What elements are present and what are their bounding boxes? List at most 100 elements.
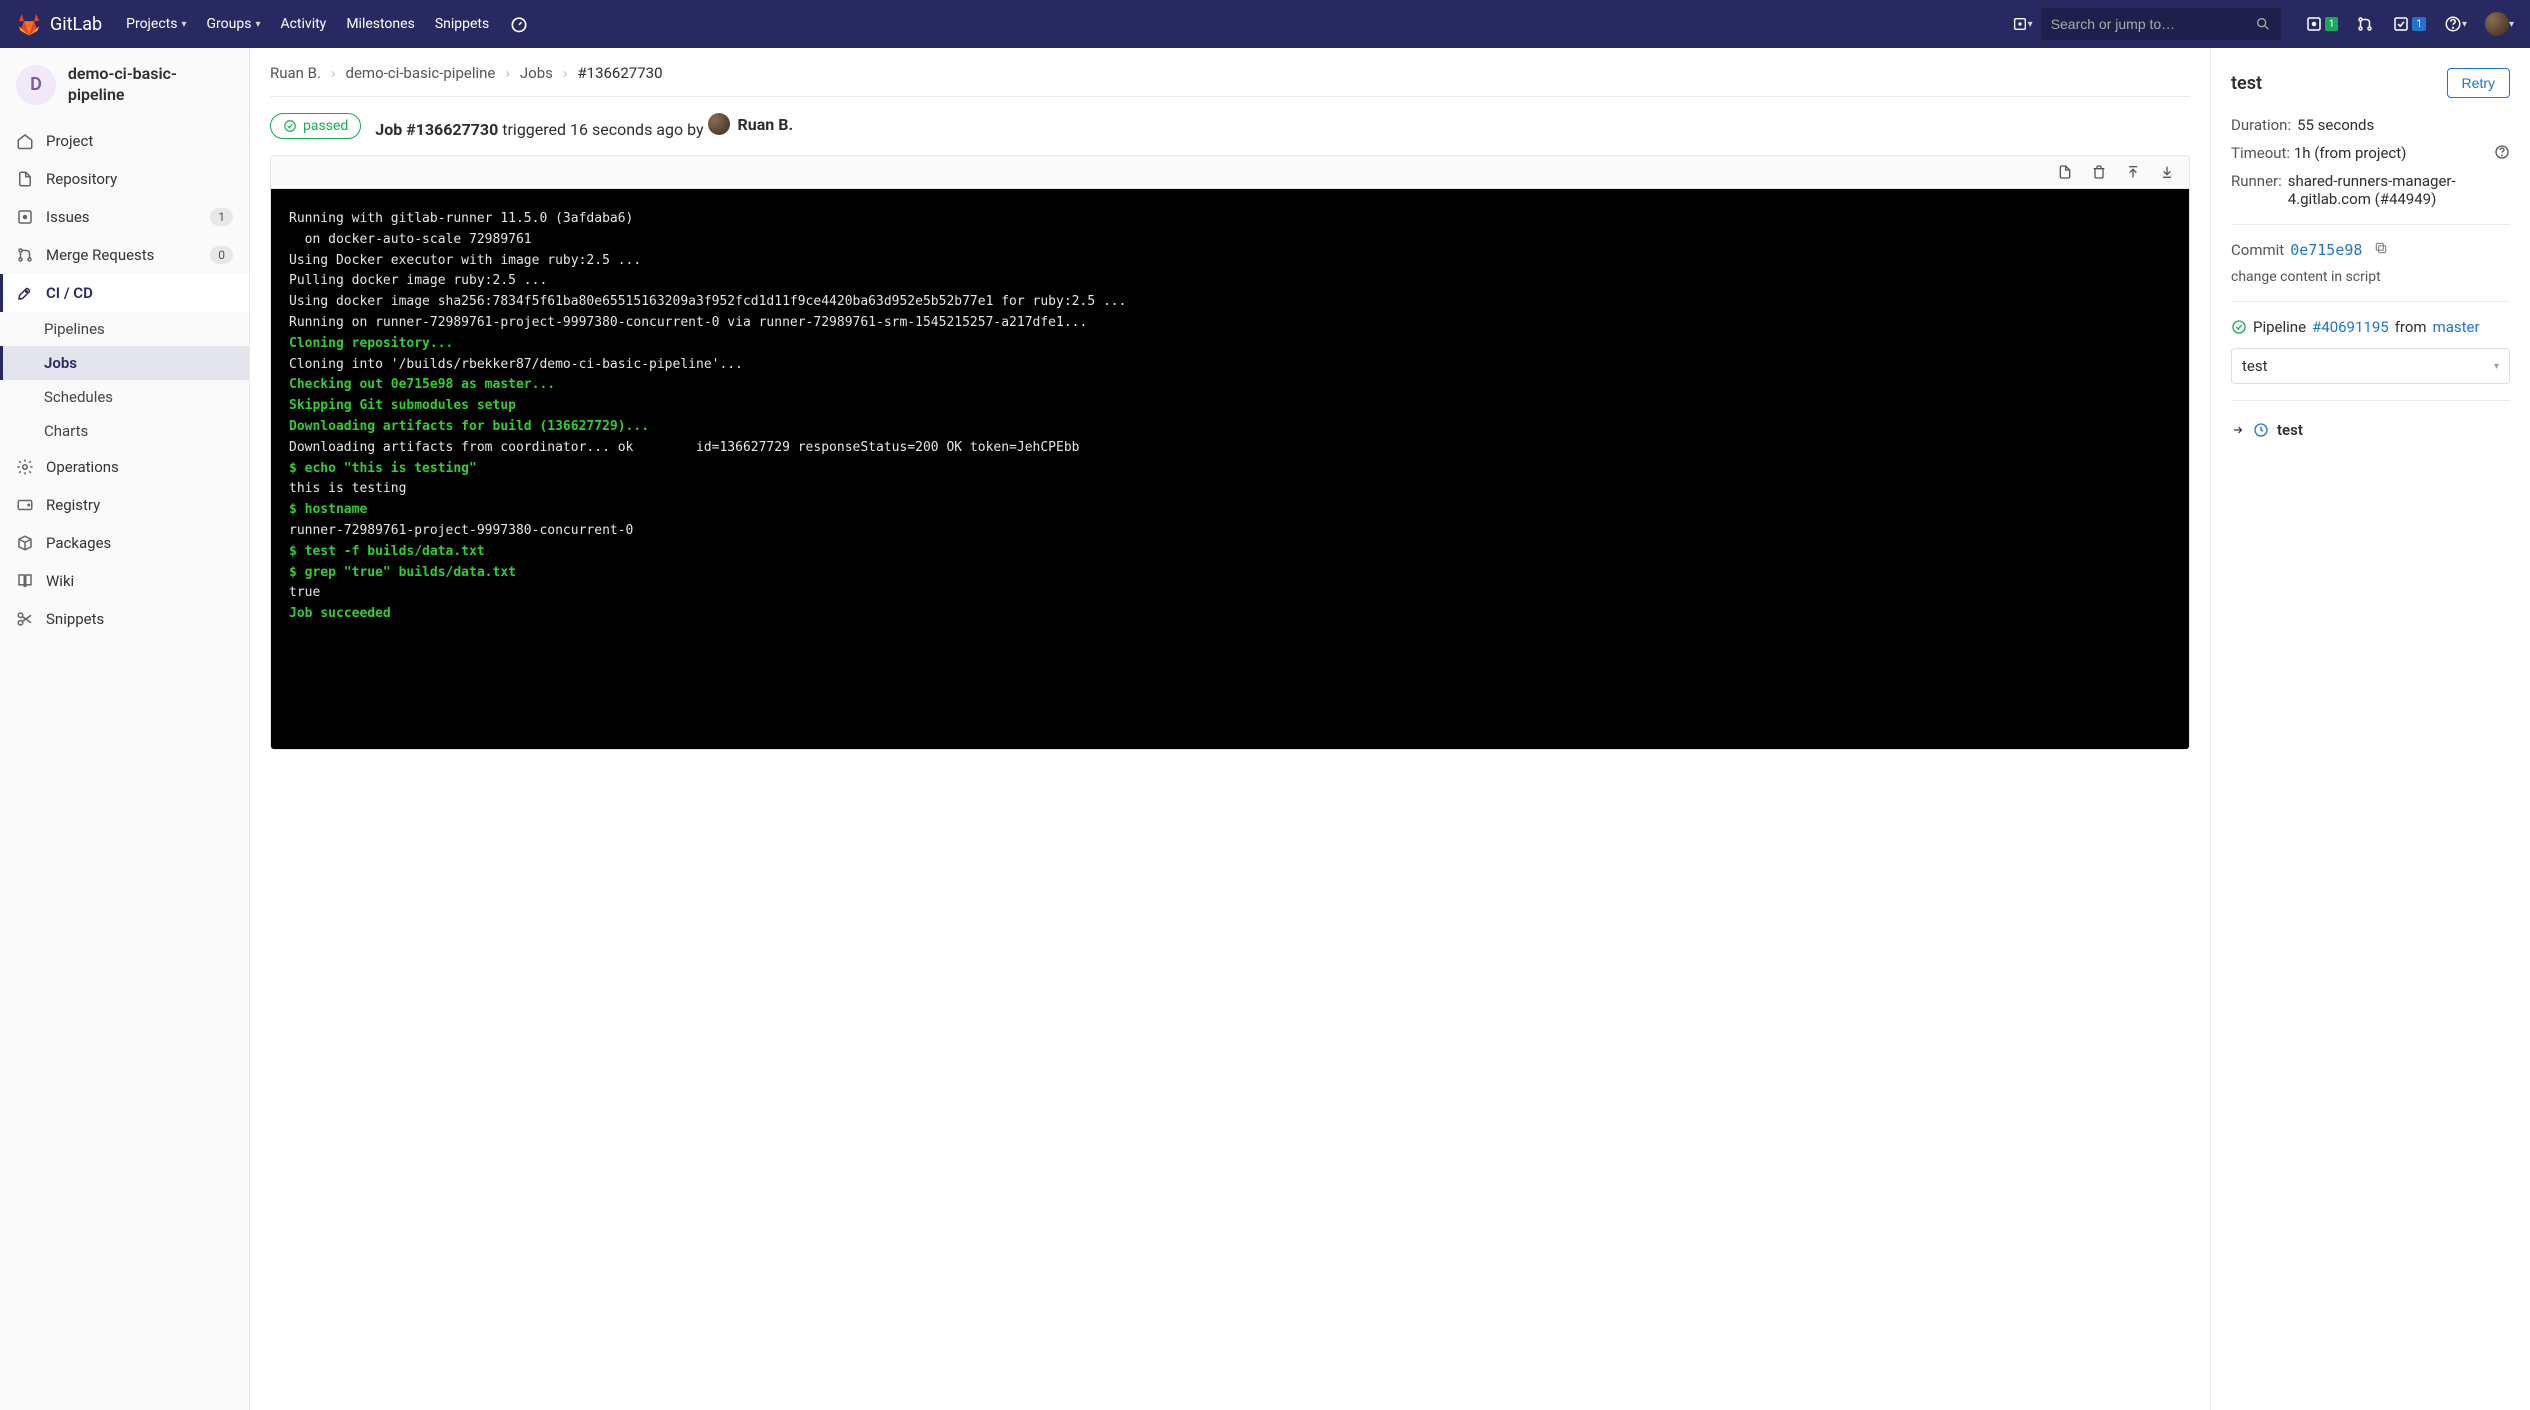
project-name: demo-ci-basic-pipeline — [68, 64, 233, 106]
home-icon — [16, 132, 34, 150]
chevron-down-icon: ▾ — [181, 19, 186, 30]
check-circle-icon — [2231, 319, 2247, 335]
runner-value: shared-runners-manager-4.gitlab.com (#44… — [2288, 172, 2510, 208]
pipeline-label: Pipeline — [2253, 318, 2306, 336]
job-name: test — [2231, 73, 2262, 94]
top-nav: Projects▾ Groups▾ Activity Milestones Sn… — [126, 14, 529, 34]
top-icons: 1 1 ▾ ▾ — [2305, 12, 2514, 36]
right-panel: test Retry Duration:55 seconds Timeout: … — [2210, 48, 2530, 1410]
chevron-down-icon: ▾ — [2494, 361, 2499, 372]
todos-link[interactable]: 1 — [2392, 15, 2426, 33]
issues-link[interactable]: 1 — [2305, 15, 2339, 33]
user-menu[interactable]: ▾ — [2485, 12, 2514, 36]
gear-icon — [16, 458, 34, 476]
sidebar: D demo-ci-basic-pipeline Project Reposit… — [0, 48, 250, 1410]
crumb-current: #136627730 — [577, 64, 662, 82]
search-box[interactable] — [2041, 8, 2281, 40]
plus-menu[interactable]: ▾ — [2012, 16, 2033, 32]
avatar — [2485, 12, 2509, 36]
chevron-right-icon: › — [505, 64, 510, 82]
merge-icon — [2356, 15, 2374, 33]
branch-link[interactable]: master — [2433, 318, 2480, 336]
nav-wiki[interactable]: Wiki — [0, 562, 249, 600]
copy-sha-button[interactable] — [2374, 241, 2388, 255]
issues-count: 1 — [210, 208, 233, 226]
brand-name[interactable]: GitLab — [50, 14, 102, 35]
nav-project[interactable]: Project — [0, 122, 249, 160]
nav-projects[interactable]: Projects▾ — [126, 16, 186, 32]
nav-snippets[interactable]: Snippets — [0, 600, 249, 638]
nav-repository[interactable]: Repository — [0, 160, 249, 198]
chevron-down-icon: ▾ — [2509, 19, 2514, 30]
chevron-down-icon: ▾ — [255, 19, 260, 30]
timeout-value: 1h (from project) — [2294, 144, 2407, 162]
pipeline-link[interactable]: #40691195 — [2312, 318, 2389, 336]
chevron-down-icon: ▾ — [2028, 19, 2033, 30]
issues-badge: 1 — [2325, 17, 2339, 31]
plus-icon — [2012, 16, 2028, 32]
nav-packages[interactable]: Packages — [0, 524, 249, 562]
job-title: Job #136627730 triggered 16 seconds ago … — [375, 113, 793, 139]
topbar: GitLab Projects▾ Groups▾ Activity Milest… — [0, 0, 2530, 48]
nav-groups[interactable]: Groups▾ — [207, 16, 261, 32]
merge-icon — [16, 246, 34, 264]
rocket-icon — [16, 284, 34, 302]
issue-icon — [2305, 15, 2323, 33]
help-menu[interactable]: ▾ — [2444, 15, 2467, 33]
retry-button[interactable]: Retry — [2447, 68, 2510, 98]
package-icon — [16, 534, 34, 552]
content: Ruan B. › demo-ci-basic-pipeline › Jobs … — [250, 48, 2210, 1410]
sub-schedules[interactable]: Schedules — [0, 380, 249, 414]
retry-icon — [2253, 422, 2269, 438]
help-icon — [2444, 15, 2462, 33]
stage-dropdown[interactable]: test▾ — [2231, 348, 2510, 384]
commit-label: Commit — [2231, 241, 2284, 259]
nav-snippets[interactable]: Snippets — [435, 16, 489, 32]
crumb-owner[interactable]: Ruan B. — [270, 64, 321, 82]
scroll-bottom-button[interactable] — [2159, 164, 2175, 180]
nav-issues[interactable]: Issues1 — [0, 198, 249, 236]
book-icon — [16, 572, 34, 590]
nav-merge-requests[interactable]: Merge Requests0 — [0, 236, 249, 274]
job-log[interactable]: Running with gitlab-runner 11.5.0 (3afda… — [271, 189, 2189, 749]
nav-activity[interactable]: Activity — [280, 16, 326, 32]
timeout-label: Timeout: — [2231, 144, 2290, 162]
commit-link[interactable]: 0e715e98 — [2290, 241, 2362, 259]
help-icon[interactable] — [2494, 144, 2510, 160]
chevron-right-icon: › — [331, 64, 336, 82]
nav-operations[interactable]: Operations — [0, 448, 249, 486]
current-job-row[interactable]: test — [2231, 421, 2510, 439]
nav-registry[interactable]: Registry — [0, 486, 249, 524]
scroll-top-button[interactable] — [2125, 164, 2141, 180]
commit-message: change content in script — [2231, 269, 2510, 285]
scissors-icon — [16, 610, 34, 628]
sub-jobs[interactable]: Jobs — [0, 346, 249, 380]
sub-charts[interactable]: Charts — [0, 414, 249, 448]
user-chip[interactable]: Ruan B. — [708, 113, 794, 135]
issue-icon — [16, 208, 34, 226]
todo-icon — [2392, 15, 2410, 33]
mr-link[interactable] — [2356, 15, 2374, 33]
crumb-project[interactable]: demo-ci-basic-pipeline — [346, 64, 496, 82]
status-badge: passed — [270, 113, 361, 139]
mr-count: 0 — [210, 246, 233, 264]
avatar — [708, 113, 730, 135]
crumb-section[interactable]: Jobs — [520, 64, 553, 82]
job-header: passed Job #136627730 triggered 16 secon… — [270, 97, 2190, 155]
chevron-down-icon: ▾ — [2462, 19, 2467, 30]
todos-badge: 1 — [2412, 17, 2426, 31]
nav-cicd[interactable]: CI / CD — [0, 274, 249, 312]
file-icon — [16, 170, 34, 188]
project-header[interactable]: D demo-ci-basic-pipeline — [0, 48, 249, 122]
arrow-right-icon — [2231, 423, 2245, 437]
duration-label: Duration: — [2231, 116, 2291, 134]
erase-log-button[interactable] — [2091, 164, 2107, 180]
search-input[interactable] — [2051, 16, 2255, 32]
gauge-icon[interactable] — [509, 14, 529, 34]
runner-label: Runner: — [2231, 172, 2282, 190]
sub-pipelines[interactable]: Pipelines — [0, 312, 249, 346]
raw-log-button[interactable] — [2057, 164, 2073, 180]
duration-value: 55 seconds — [2297, 116, 2374, 134]
nav-milestones[interactable]: Milestones — [346, 16, 415, 32]
log-toolbar — [271, 156, 2189, 189]
